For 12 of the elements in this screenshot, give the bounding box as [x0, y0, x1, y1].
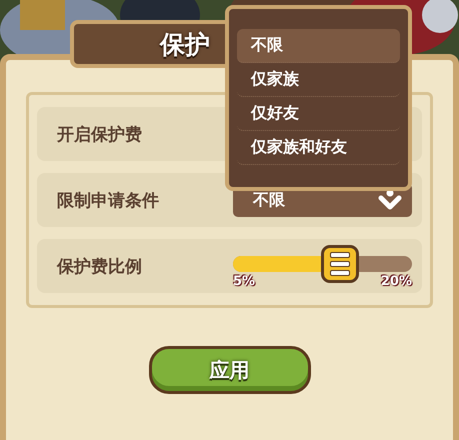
slider-handle[interactable] [321, 245, 360, 283]
setting-label: 保护费比例 [57, 256, 143, 278]
chevron-down-icon [378, 189, 402, 211]
setting-label: 开启保护费 [57, 124, 143, 146]
setting-label: 限制申请条件 [57, 190, 160, 212]
dropdown-option[interactable]: 仅家族和好友 [237, 131, 400, 165]
dropdown-option[interactable]: 不限 [237, 29, 400, 63]
slider-min-label: 5% [233, 274, 256, 289]
slider-max-label: 20% [380, 274, 412, 289]
dropdown-value: 不限 [253, 190, 285, 210]
dropdown-option[interactable]: 仅好友 [237, 97, 400, 131]
dropdown-option[interactable]: 仅家族 [237, 63, 400, 97]
